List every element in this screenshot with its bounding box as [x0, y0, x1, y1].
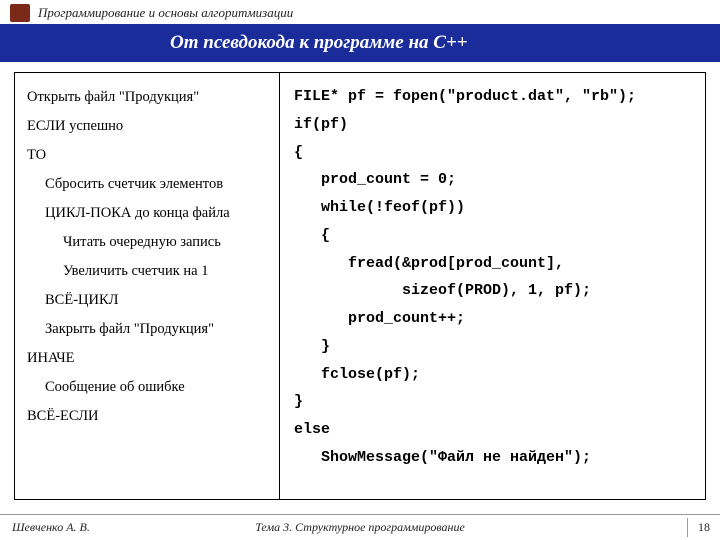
slide: Программирование и основы алгоритмизации… — [0, 0, 720, 540]
footer: Шевченко А. В. Тема 3. Структурное прогр… — [0, 514, 720, 540]
page-number: 18 — [687, 518, 720, 537]
pseudocode-line: Сообщение об ошибке — [27, 373, 269, 402]
pseudocode-line: ЦИКЛ-ПОКА до конца файла — [27, 199, 269, 228]
two-column-box: Открыть файл "Продукция"ЕСЛИ успешноТОСб… — [14, 72, 706, 500]
pseudocode-line: ЕСЛИ успешно — [27, 112, 269, 141]
course-title: Программирование и основы алгоритмизации — [38, 5, 293, 21]
code-column: FILE* pf = fopen("product.dat", "rb"); i… — [280, 73, 705, 499]
content-area: Открыть файл "Продукция"ЕСЛИ успешноТОСб… — [0, 62, 720, 514]
title-band: От псевдокода к программе на С++ — [0, 24, 720, 62]
pseudocode-line: Открыть файл "Продукция" — [27, 83, 269, 112]
pseudocode-column: Открыть файл "Продукция"ЕСЛИ успешноТОСб… — [15, 73, 280, 499]
pseudocode-line: ТО — [27, 141, 269, 170]
book-icon — [10, 4, 30, 22]
pseudocode-line: Увеличить счетчик на 1 — [27, 257, 269, 286]
footer-author: Шевченко А. В. — [12, 520, 90, 535]
pseudocode-line: ВСЁ-ЦИКЛ — [27, 286, 269, 315]
footer-topic: Тема 3. Структурное программирование — [0, 520, 720, 535]
pseudocode-line: ВСЁ-ЕСЛИ — [27, 402, 269, 431]
pseudocode-line: ИНАЧЕ — [27, 344, 269, 373]
slide-title: От псевдокода к программе на С++ — [170, 32, 468, 54]
pseudocode-line: Читать очередную запись — [27, 228, 269, 257]
pseudocode-line: Закрыть файл "Продукция" — [27, 315, 269, 344]
topbar: Программирование и основы алгоритмизации — [0, 0, 720, 24]
pseudocode-line: Сбросить счетчик элементов — [27, 170, 269, 199]
